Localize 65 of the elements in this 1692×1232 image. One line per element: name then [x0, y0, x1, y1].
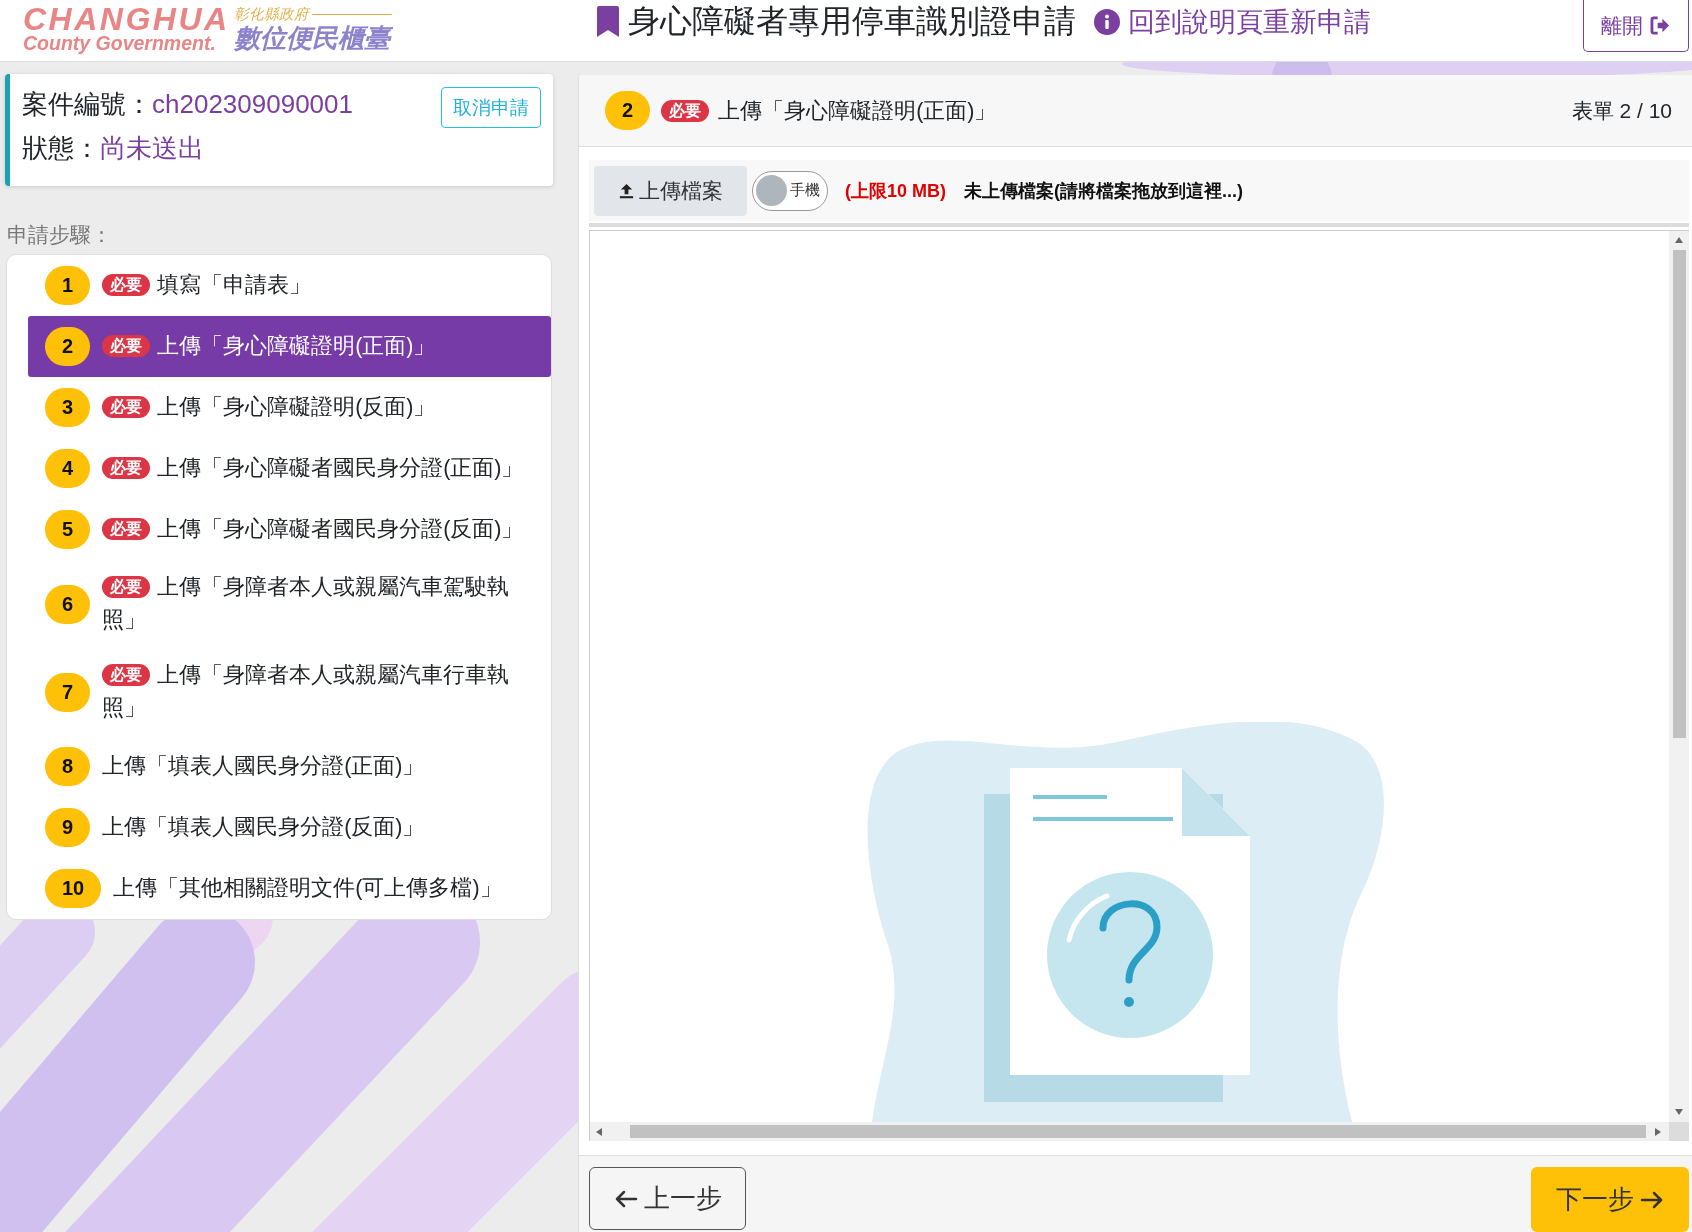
info-icon — [1094, 8, 1120, 35]
step-number: 2 — [45, 327, 91, 366]
status-label: 狀態： — [22, 133, 100, 163]
step-item[interactable]: 3 必要 上傳「身心障礙證明(反面)」 — [28, 377, 551, 438]
arrow-left-icon — [613, 1188, 638, 1209]
step-item[interactable]: 1 必要 填寫「申請表」 — [28, 255, 551, 316]
case-number-label: 案件編號： — [22, 89, 152, 119]
previous-button[interactable]: 上一步 — [589, 1167, 746, 1230]
step-item[interactable]: 9 上傳「填表人國民身分證(反面)」 — [28, 797, 551, 858]
bookmark-icon — [597, 6, 619, 37]
scrollbar-thumb[interactable] — [1672, 250, 1686, 738]
required-badge: 必要 — [102, 576, 151, 598]
step-item[interactable]: 6 必要 上傳「身障者本人或親屬汽車駕駛執照」 — [28, 560, 551, 648]
logo-subtitle: County Government. — [23, 33, 217, 53]
scrollbar-corner — [1669, 1122, 1689, 1141]
arrow-right-icon — [1640, 1189, 1664, 1210]
step-number: 1 — [45, 266, 91, 305]
required-badge: 必要 — [102, 274, 151, 296]
step-number: 10 — [45, 869, 102, 908]
logo-latin-name: CHANGHUA — [23, 5, 230, 33]
step-item[interactable]: 8 上傳「填表人國民身分證(正面)」 — [28, 736, 551, 797]
required-badge: 必要 — [102, 396, 151, 418]
caret-left-icon[interactable] — [596, 1127, 602, 1136]
status-value: 尚未送出 — [100, 133, 204, 163]
step-item[interactable]: 4 必要 上傳「身心障礙者國民身分證(正面)」 — [28, 438, 551, 499]
step-number: 9 — [45, 808, 91, 847]
required-badge: 必要 — [102, 457, 151, 479]
horizontal-scrollbar[interactable] — [590, 1122, 1669, 1141]
scrollbar-thumb[interactable] — [630, 1125, 1646, 1138]
upload-icon — [618, 182, 635, 199]
case-number: ch202309090001 — [152, 89, 353, 119]
required-badge: 必要 — [661, 99, 710, 122]
caret-down-icon[interactable] — [1675, 1109, 1683, 1115]
next-button[interactable]: 下一步 — [1531, 1167, 1689, 1232]
required-badge: 必要 — [102, 518, 151, 540]
step-item[interactable]: 2 必要 上傳「身心障礙證明(正面)」 — [28, 316, 551, 377]
step-number: 7 — [45, 672, 91, 712]
form-counter: 表單 2 / 10 — [1571, 97, 1672, 124]
size-limit-text: (上限10 MB) — [845, 179, 946, 203]
required-badge: 必要 — [102, 335, 151, 357]
step-number: 4 — [45, 449, 91, 488]
phone-toggle[interactable]: 手機 — [752, 170, 828, 211]
caret-right-icon[interactable] — [1655, 1127, 1661, 1136]
exit-button[interactable]: 離開 — [1583, 0, 1689, 52]
step-number: 3 — [45, 388, 91, 427]
required-badge: 必要 — [102, 664, 151, 686]
logo-service: 數位便民櫃臺 — [233, 23, 392, 53]
step-number: 8 — [45, 747, 91, 786]
step-item[interactable]: 7 必要 上傳「身障者本人或親屬汽車行車執照」 — [28, 648, 551, 736]
step-number: 6 — [45, 584, 91, 624]
steps-heading: 申請步驟： — [7, 222, 112, 248]
step-number: 5 — [45, 510, 91, 549]
logo-agency: 彰化縣政府 — [233, 5, 309, 23]
step-item[interactable]: 10 上傳「其他相關證明文件(可上傳多檔)」 — [28, 858, 551, 919]
file-status-text: 未上傳檔案(請將檔案拖放到這裡...) — [964, 179, 1243, 203]
page-title: 身心障礙者專用停車識別證申請 — [628, 2, 1076, 41]
upload-button[interactable]: 上傳檔案 — [594, 165, 747, 216]
form-title: 上傳「身心障礙證明(正面)」 — [718, 98, 997, 125]
help-link[interactable]: 回到說明頁重新申請 — [1094, 3, 1371, 40]
sign-out-icon — [1650, 16, 1671, 35]
step-number: 2 — [605, 91, 651, 130]
toggle-knob — [756, 175, 787, 206]
caret-up-icon[interactable] — [1675, 237, 1683, 243]
step-item[interactable]: 5 必要 上傳「身心障礙者國民身分證(反面)」 — [28, 499, 551, 560]
vertical-scrollbar[interactable] — [1669, 231, 1689, 1122]
